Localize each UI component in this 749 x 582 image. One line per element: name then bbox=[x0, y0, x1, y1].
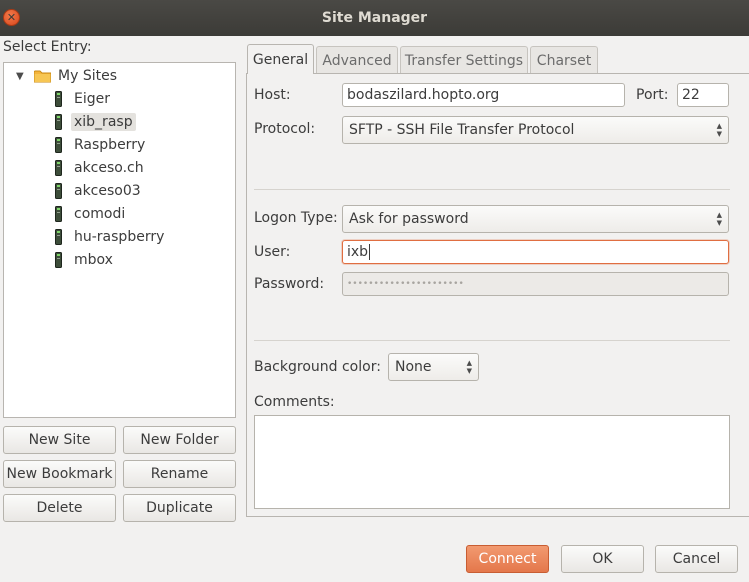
tree-site-label: comodi bbox=[74, 206, 126, 222]
new-bookmark-button[interactable]: New Bookmark bbox=[3, 460, 116, 488]
background-color-select[interactable]: None ▲ ▼ bbox=[388, 353, 479, 381]
tree-site-label: hu-raspberry bbox=[74, 229, 165, 245]
separator bbox=[254, 340, 730, 341]
background-color-label: Background color: bbox=[254, 359, 381, 375]
password-label: Password: bbox=[254, 276, 325, 292]
tree-site[interactable]: akceso.ch bbox=[55, 158, 147, 178]
window-title: Site Manager bbox=[321, 10, 428, 26]
new-site-button[interactable]: New Site bbox=[3, 426, 116, 454]
protocol-label: Protocol: bbox=[254, 121, 316, 137]
site-manager-window: ✕ Site Manager Select Entry: ▼ My Sites … bbox=[0, 0, 749, 582]
tree-site-label: akceso.ch bbox=[74, 160, 144, 176]
tab-advanced[interactable]: Advanced bbox=[316, 46, 398, 74]
site-tree[interactable]: ▼ My Sites Eiger xib_rasp Raspberry akce… bbox=[3, 62, 236, 418]
folder-icon bbox=[34, 70, 51, 82]
host-label: Host: bbox=[254, 87, 291, 103]
triangle-down-icon[interactable]: ▼ bbox=[16, 71, 24, 82]
background-color-select-value: None bbox=[395, 359, 432, 375]
user-input[interactable]: ixb bbox=[342, 240, 729, 264]
user-label: User: bbox=[254, 244, 291, 260]
tree-folder-label: My Sites bbox=[58, 68, 117, 84]
logon-type-label: Logon Type: bbox=[254, 210, 338, 226]
server-icon bbox=[55, 206, 62, 222]
tree-site[interactable]: Eiger bbox=[55, 89, 113, 109]
tree-site-label: xib_rasp bbox=[71, 113, 136, 131]
tree-site[interactable]: Raspberry bbox=[55, 135, 148, 155]
tree-site[interactable]: comodi bbox=[55, 204, 128, 224]
server-icon bbox=[55, 160, 62, 176]
tree-folder-my-sites[interactable]: My Sites bbox=[34, 66, 120, 86]
tree-site[interactable]: akceso03 bbox=[55, 181, 144, 201]
separator bbox=[254, 189, 730, 190]
protocol-select-value: SFTP - SSH File Transfer Protocol bbox=[349, 122, 575, 138]
new-folder-button[interactable]: New Folder bbox=[123, 426, 236, 454]
delete-button[interactable]: Delete bbox=[3, 494, 116, 522]
host-input[interactable]: bodaszilard.hopto.org bbox=[342, 83, 625, 107]
duplicate-button[interactable]: Duplicate bbox=[123, 494, 236, 522]
tree-site-label: Eiger bbox=[74, 91, 110, 107]
updown-arrows-icon: ▲ ▼ bbox=[466, 359, 472, 375]
port-input[interactable]: 22 bbox=[677, 83, 729, 107]
password-input: •••••••••••••••••••••• bbox=[342, 272, 729, 296]
server-icon bbox=[55, 183, 62, 199]
tab-transfer-settings[interactable]: Transfer Settings bbox=[400, 46, 528, 74]
tree-site[interactable]: hu-raspberry bbox=[55, 227, 167, 247]
updown-arrows-icon: ▲ ▼ bbox=[716, 211, 722, 227]
connect-button[interactable]: Connect bbox=[466, 545, 549, 573]
server-icon bbox=[55, 91, 62, 107]
protocol-select[interactable]: SFTP - SSH File Transfer Protocol ▲ ▼ bbox=[342, 116, 729, 144]
ok-button[interactable]: OK bbox=[561, 545, 644, 573]
close-icon[interactable]: ✕ bbox=[3, 9, 20, 26]
logon-type-select[interactable]: Ask for password ▲ ▼ bbox=[342, 205, 729, 233]
logon-type-select-value: Ask for password bbox=[349, 211, 469, 227]
tree-site-label: akceso03 bbox=[74, 183, 141, 199]
tree-site-label: Raspberry bbox=[74, 137, 146, 153]
updown-arrows-icon: ▲ ▼ bbox=[716, 122, 722, 138]
cancel-button[interactable]: Cancel bbox=[655, 545, 738, 573]
comments-textarea[interactable] bbox=[254, 415, 730, 509]
tree-site-selected[interactable]: xib_rasp bbox=[55, 112, 136, 132]
server-icon bbox=[55, 229, 62, 245]
port-label: Port: bbox=[636, 87, 669, 103]
tree-site-label: mbox bbox=[74, 252, 113, 268]
rename-button[interactable]: Rename bbox=[123, 460, 236, 488]
server-icon bbox=[55, 137, 62, 153]
title-bar: ✕ Site Manager bbox=[0, 0, 749, 36]
server-icon bbox=[55, 252, 62, 268]
tab-general[interactable]: General bbox=[247, 44, 314, 74]
tab-charset[interactable]: Charset bbox=[530, 46, 598, 74]
comments-label: Comments: bbox=[254, 394, 335, 410]
select-entry-label: Select Entry: bbox=[3, 39, 92, 55]
user-input-value: ixb bbox=[347, 244, 369, 260]
server-icon bbox=[55, 114, 62, 130]
text-caret bbox=[369, 244, 371, 260]
tree-site[interactable]: mbox bbox=[55, 250, 116, 270]
